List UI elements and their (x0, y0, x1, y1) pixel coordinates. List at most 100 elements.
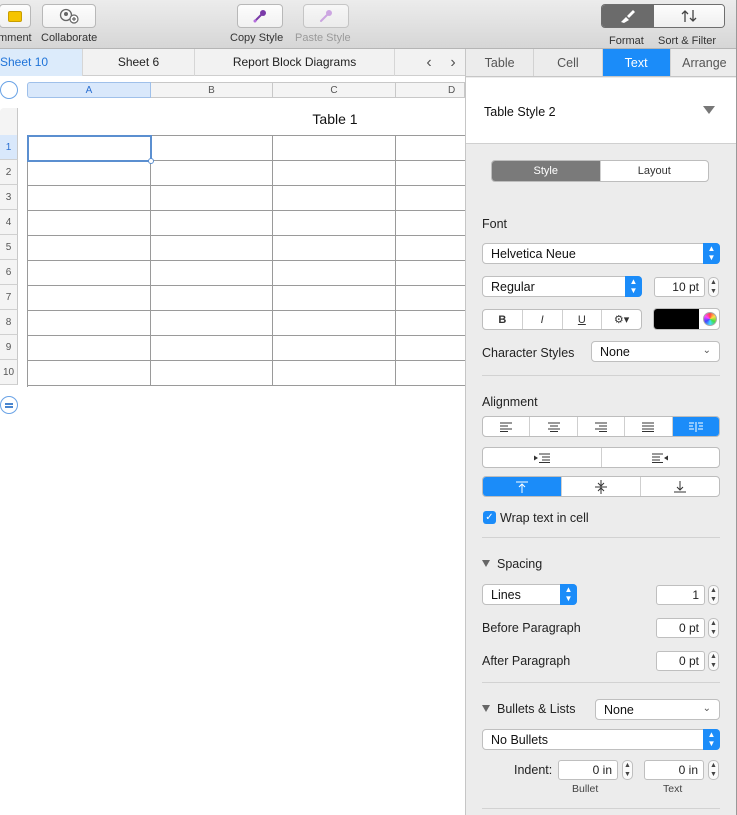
table-cell-a8[interactable] (28, 311, 151, 336)
table-cell-b4[interactable] (151, 211, 273, 236)
table-cell-c8[interactable] (273, 311, 396, 336)
style-segment[interactable]: Style (492, 161, 601, 181)
row-header-3[interactable]: 3 (0, 185, 18, 210)
paste-style-tool[interactable]: Paste Style (295, 4, 351, 44)
add-row-button[interactable] (0, 396, 18, 414)
column-header-d[interactable]: D (396, 82, 465, 98)
bold-button[interactable]: B (483, 310, 523, 329)
column-header-b[interactable]: B (151, 82, 273, 98)
character-styles-popup[interactable]: None ⌄ (591, 341, 720, 362)
bullets-style-popup[interactable]: None ⌄ (595, 699, 720, 720)
row-header-1[interactable]: 1 (0, 135, 18, 160)
table-cell-d4[interactable] (396, 211, 465, 236)
collaborate-button[interactable] (42, 4, 97, 28)
table-cell-a7[interactable] (28, 286, 151, 311)
table-cell-a10[interactable] (28, 361, 151, 386)
table-cell-d5[interactable] (396, 236, 465, 261)
tab-table[interactable]: Table (466, 49, 535, 76)
layout-segment[interactable]: Layout (601, 161, 709, 181)
align-middle-button[interactable] (562, 477, 641, 496)
select-all-table-button[interactable] (0, 81, 18, 99)
tab-cell[interactable]: Cell (534, 49, 603, 76)
sheet-tab-report-block-diagrams[interactable]: Report Block Diagrams (195, 49, 395, 76)
table-cell-b2[interactable] (151, 161, 273, 186)
table-cell-d8[interactable] (396, 311, 465, 336)
line-spacing-stepper[interactable]: ▲ ▼ (708, 585, 719, 605)
table-cell-b5[interactable] (151, 236, 273, 261)
disclosure-triangle-icon[interactable] (482, 560, 490, 567)
column-header-a[interactable]: A (27, 82, 151, 98)
comment-tool[interactable]: mment (0, 4, 32, 44)
before-paragraph-stepper[interactable]: ▲ ▼ (708, 618, 719, 638)
table-cell-a6[interactable] (28, 261, 151, 286)
text-indent-field[interactable]: 0 in (644, 760, 704, 780)
align-bottom-button[interactable] (641, 477, 719, 496)
table-cell-d2[interactable] (396, 161, 465, 186)
table-cell-d6[interactable] (396, 261, 465, 286)
table-cell-c9[interactable] (273, 336, 396, 361)
comment-button[interactable] (0, 4, 31, 28)
font-weight-popup[interactable]: Regular ▲ ▼ (482, 276, 642, 297)
tab-text[interactable]: Text (602, 49, 671, 76)
disclosure-triangle-icon[interactable] (482, 705, 490, 712)
copy-style-tool[interactable]: Copy Style (230, 4, 283, 44)
text-indent-stepper[interactable]: ▲ ▼ (708, 760, 719, 780)
table-cell-c4[interactable] (273, 211, 396, 236)
row-header-7[interactable]: 7 (0, 285, 18, 310)
table-cell-a9[interactable] (28, 336, 151, 361)
justify-button[interactable] (625, 417, 673, 436)
font-size-field[interactable]: 10 pt (654, 277, 705, 297)
table-cell-d3[interactable] (396, 186, 465, 211)
text-options-gear-button[interactable]: ⚙▾ (602, 310, 641, 329)
align-left-button[interactable] (483, 417, 531, 436)
decrease-indent-button[interactable] (483, 448, 602, 467)
color-wheel-icon[interactable] (703, 312, 717, 326)
increase-indent-button[interactable] (602, 448, 720, 467)
table-cell-c6[interactable] (273, 261, 396, 286)
table-cell-b3[interactable] (151, 186, 273, 211)
font-family-popup[interactable]: Helvetica Neue ▲ ▼ (482, 243, 720, 264)
table-cell-b1[interactable] (151, 136, 273, 161)
line-spacing-mode-popup[interactable]: Lines ▲ ▼ (482, 584, 577, 605)
text-color-well[interactable] (653, 308, 720, 330)
table-cell-c7[interactable] (273, 286, 396, 311)
table-cell-d1[interactable] (396, 136, 465, 161)
table-cell-c1[interactable] (273, 136, 396, 161)
table-cell-d7[interactable] (396, 286, 465, 311)
next-sheet-button[interactable]: › (441, 49, 465, 76)
tab-arrange[interactable]: Arrange (671, 49, 737, 76)
align-center-button[interactable] (530, 417, 578, 436)
sheet-tab-sheet-10[interactable]: Sheet 10 (0, 49, 83, 76)
table-title[interactable]: Table 1 (210, 111, 460, 127)
align-top-button[interactable] (483, 477, 562, 496)
collaborate-tool[interactable]: Collaborate (41, 4, 97, 44)
copy-style-button[interactable] (236, 4, 283, 28)
after-paragraph-stepper[interactable]: ▲ ▼ (708, 651, 719, 671)
table-cell-c3[interactable] (273, 186, 396, 211)
table-cell-b6[interactable] (151, 261, 273, 286)
row-header-6[interactable]: 6 (0, 260, 18, 285)
table-cell-b10[interactable] (151, 361, 273, 386)
table-cell-b9[interactable] (151, 336, 273, 361)
table-cell-a2[interactable] (28, 161, 151, 186)
column-header-c[interactable]: C (273, 82, 396, 98)
bullet-type-popup[interactable]: No Bullets ▲ ▼ (482, 729, 720, 750)
prev-sheet-button[interactable]: ‹ (417, 49, 441, 76)
auto-align-button[interactable] (672, 417, 719, 436)
wrap-text-checkbox[interactable]: ✓ (483, 511, 496, 524)
row-header-9[interactable]: 9 (0, 335, 18, 360)
table-cell-d10[interactable] (396, 361, 465, 386)
underline-button[interactable]: U (563, 310, 603, 329)
row-header-10[interactable]: 10 (0, 360, 18, 385)
table-cell-a3[interactable] (28, 186, 151, 211)
bullet-indent-stepper[interactable]: ▲ ▼ (622, 760, 633, 780)
after-paragraph-field[interactable]: 0 pt (656, 651, 705, 671)
selection-resize-handle[interactable] (148, 158, 154, 164)
paste-style-button[interactable] (303, 4, 350, 28)
row-header-5[interactable]: 5 (0, 235, 18, 260)
format-button[interactable] (602, 5, 654, 27)
table-cell-c10[interactable] (273, 361, 396, 386)
font-size-stepper[interactable]: ▲ ▼ (708, 277, 719, 297)
align-right-button[interactable] (578, 417, 626, 436)
table-cell-b8[interactable] (151, 311, 273, 336)
